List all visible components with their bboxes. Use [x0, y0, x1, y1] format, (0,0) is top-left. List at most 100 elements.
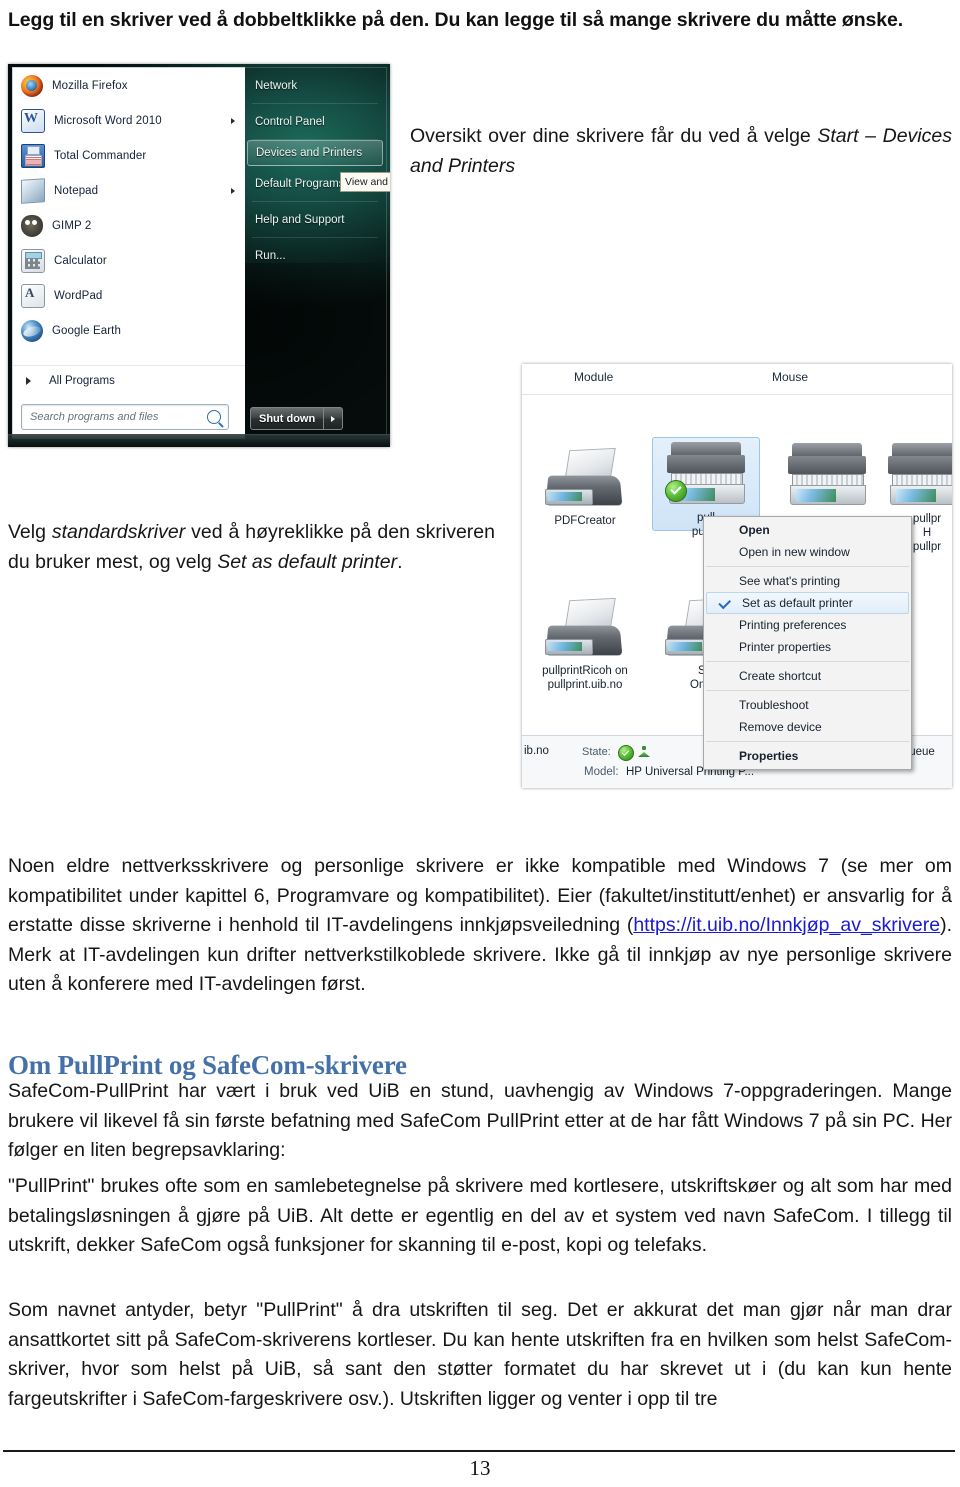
start-menu-item-calculator[interactable]: Calculator — [13, 243, 245, 278]
context-menu-item-troubleshoot[interactable]: Troubleshoot — [704, 694, 911, 716]
context-menu-item-label: Printing preferences — [739, 618, 847, 632]
start-menu-item-gimp[interactable]: GIMP 2 — [13, 208, 245, 243]
context-menu-item-printer-properties[interactable]: Printer properties — [704, 636, 911, 658]
start-menu-item-label: Google Earth — [52, 324, 121, 337]
taskbar — [8, 434, 390, 447]
printers-icon-grid: PDFCreator pull pullpr pullpr H pullpr — [522, 395, 952, 770]
context-menu-item-label: Remove device — [739, 720, 822, 734]
multifunction-printer-icon — [784, 443, 870, 509]
device-name-fragment: ib.no — [524, 745, 549, 757]
start-menu-item-notepad[interactable]: Notepad — [13, 173, 245, 208]
state-ok-icon — [618, 745, 634, 761]
firefox-icon — [21, 74, 43, 97]
context-menu-separator — [706, 566, 909, 567]
printer-tile-label: pullprintRicoh on pullprint.uib.no — [542, 665, 628, 691]
all-programs-label: All Programs — [49, 375, 115, 387]
word-icon — [21, 108, 45, 133]
start-menu-all-programs[interactable]: All Programs — [13, 365, 245, 396]
para-velg-italic-standardskriver: standardskriver — [51, 521, 186, 543]
paragraph-velg-standardskriver: Velg standardskriver ved å høyreklikke p… — [8, 518, 495, 577]
submenu-arrow-icon — [231, 187, 235, 194]
start-menu-item-wordpad[interactable]: WordPad — [13, 278, 245, 313]
start-menu-item-label: WordPad — [54, 289, 103, 302]
context-menu-separator — [706, 690, 909, 691]
start-menu-item-firefox[interactable]: Mozilla Firefox — [13, 68, 245, 103]
start-menu-item-google-earth[interactable]: Google Earth — [13, 313, 245, 348]
context-menu-separator — [706, 661, 909, 662]
total-commander-icon — [21, 143, 45, 168]
context-menu-item-label: See what's printing — [739, 574, 841, 588]
checkmark-icon — [718, 596, 731, 609]
places-item-label: Help and Support — [255, 214, 345, 226]
context-menu-item-printing-preferences[interactable]: Printing preferences — [704, 614, 911, 636]
column-header-mouse: Mouse — [772, 370, 809, 384]
gimp-icon — [21, 214, 43, 237]
column-header-module: Module — [574, 370, 614, 384]
printer-context-menu: Open Open in new window See what's print… — [703, 516, 912, 770]
start-menu-item-label: Notepad — [54, 184, 99, 197]
context-menu-item-set-as-default-printer[interactable]: Set as default printer — [706, 592, 909, 614]
printer-tile-pullprint-2[interactable] — [774, 439, 880, 509]
footer-divider — [3, 1450, 955, 1452]
para-velg-text-1: Velg — [8, 521, 52, 543]
start-menu-item-total-commander[interactable]: Total Commander — [13, 138, 245, 173]
paragraph-safecom-pullprint: SafeCom-PullPrint har vært i bruk ved Ui… — [8, 1080, 952, 1161]
innkjop-av-skrivere-link[interactable]: https://it.uib.no/Innkjøp_av_skrivere — [633, 914, 940, 936]
wordpad-icon — [21, 283, 45, 308]
page-number: 13 — [469, 1456, 491, 1480]
notepad-icon — [21, 177, 45, 204]
paragraph-noen-eldre: Noen eldre nettverksskrivere og personli… — [8, 852, 952, 1000]
start-menu-item-control-panel[interactable]: Control Panel — [244, 104, 386, 140]
devices-and-printers-screenshot: Module Mouse PDFCreator pull pullpr — [522, 364, 952, 788]
chevron-right-icon — [26, 377, 31, 385]
context-menu-separator — [706, 741, 909, 742]
search-icon — [207, 410, 221, 424]
context-menu-item-see-whats-printing[interactable]: See what's printing — [704, 570, 911, 592]
para-oversikt-italic-start: Start — [817, 125, 859, 147]
start-menu-item-help-and-support[interactable]: Help and Support — [244, 202, 386, 238]
printer-icon — [543, 597, 627, 661]
start-menu-item-devices-and-printers[interactable]: Devices and Printers — [247, 140, 383, 166]
context-menu-item-label: Open — [739, 523, 770, 537]
calculator-icon — [21, 248, 45, 273]
printer-tile-pullprintricoh[interactable]: pullprintRicoh on pullprint.uib.no — [532, 593, 638, 692]
start-menu-item-label: GIMP 2 — [52, 219, 92, 232]
start-menu-item-word[interactable]: Microsoft Word 2010 — [13, 103, 245, 138]
context-menu-item-remove-device[interactable]: Remove device — [704, 716, 911, 738]
places-item-label: Control Panel — [255, 116, 325, 128]
printer-icon — [543, 447, 627, 511]
para-oversikt-text-before: Oversikt over dine skrivere får du ved å… — [410, 125, 818, 147]
context-menu-item-create-shortcut[interactable]: Create shortcut — [704, 665, 911, 687]
model-label: Model: — [584, 766, 619, 778]
start-menu-item-label: Microsoft Word 2010 — [54, 114, 162, 127]
devices-and-printers-tooltip: View and m — [340, 172, 390, 192]
paragraph-oversikt: Oversikt over dine skrivere får du ved å… — [410, 122, 952, 181]
context-menu-item-open[interactable]: Open — [704, 519, 911, 541]
shut-down-button[interactable]: Shut down — [250, 407, 344, 430]
start-menu-item-label: Calculator — [54, 254, 107, 267]
para-velg-italic-set-as-default: Set as default printer — [217, 550, 398, 573]
multifunction-printer-icon — [663, 442, 749, 508]
context-menu-item-label: Create shortcut — [739, 669, 822, 683]
context-menu-item-label: Open in new window — [739, 545, 850, 559]
context-menu-item-label: Troubleshoot — [739, 698, 809, 712]
start-menu-search-input[interactable]: Search programs and files — [21, 404, 229, 430]
start-menu-item-label: Mozilla Firefox — [52, 79, 128, 92]
places-item-label: Network — [255, 80, 298, 92]
search-placeholder-text: Search programs and files — [30, 411, 159, 423]
start-menu-item-network[interactable]: Network — [244, 68, 386, 104]
printer-tile-pdfcreator[interactable]: PDFCreator — [532, 443, 638, 528]
paragraph-pullprint-definition: "PullPrint" brukes ofte som en samlebete… — [8, 1175, 952, 1256]
context-menu-item-label: Properties — [739, 749, 799, 763]
context-menu-item-open-in-new-window[interactable]: Open in new window — [704, 541, 911, 563]
paragraph-som-navnet-antyder: Som navnet antyder, betyr "PullPrint" å … — [8, 1299, 952, 1410]
places-item-label: Default Programs — [255, 178, 345, 190]
start-menu-item-label: Total Commander — [54, 149, 147, 162]
shut-down-label: Shut down — [250, 407, 325, 430]
para-oversikt-text-mid: – — [858, 125, 883, 147]
context-menu-item-properties[interactable]: Properties — [704, 745, 911, 767]
multifunction-printer-icon — [884, 443, 952, 509]
printers-column-header-row: Module Mouse — [522, 364, 952, 395]
shut-down-options-arrow[interactable] — [324, 407, 344, 430]
start-menu-item-run[interactable]: Run... — [244, 238, 386, 274]
